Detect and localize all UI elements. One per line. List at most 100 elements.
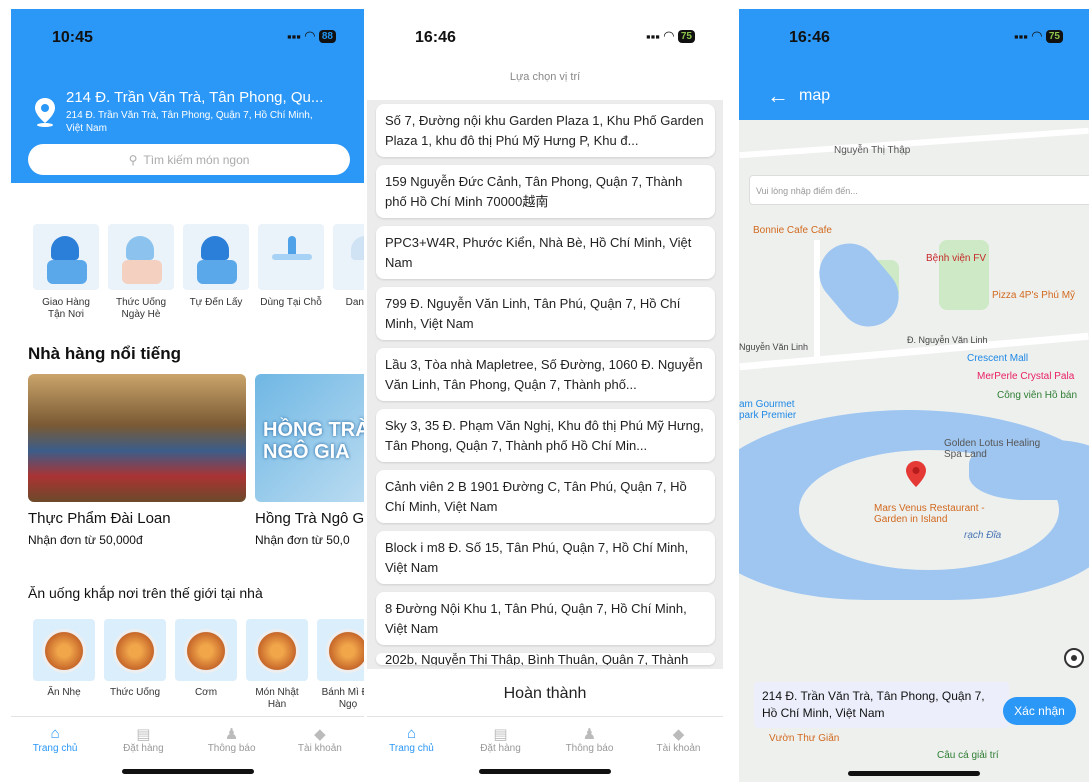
tab-account[interactable]: ◆ Tài khoản: [280, 725, 360, 782]
current-address[interactable]: 214 Đ. Trần Văn Trà, Tân Phong, Qu...: [66, 89, 323, 106]
map-label: am Gourmet park Premier: [739, 399, 797, 421]
bottom-tab-bar: ⌂ Trang chủ ▤ Đặt hàng ♟ Thông báo ◆ Tài kho…: [367, 716, 723, 782]
address-option[interactable]: 202b, Nguyễn Thị Thập, Bình Thuận, Quận …: [376, 653, 715, 665]
food-category-item[interactable]: Cơm: [175, 619, 237, 711]
map-label: Golden Lotus Healing Spa Land: [944, 438, 1041, 460]
category-label: Danh Ưa: [345, 297, 364, 308]
order-icon: ▤: [493, 726, 508, 743]
bell-icon: ♟: [224, 726, 239, 743]
address-option[interactable]: Cảnh viên 2 B 1901 Đường C, Tân Phú, Quậ…: [376, 470, 715, 523]
order-icon: ▤: [136, 726, 151, 743]
food-category-list: Ăn Nhẹ Thức Uống Cơm Món Nhật Hàn Bánh M…: [33, 619, 364, 711]
category-item[interactable]: Dùng Tại Chỗ: [258, 224, 324, 321]
restaurant-card[interactable]: Thực Phẩm Đài Loan Nhận đơn từ 50,000đ: [28, 374, 246, 547]
category-list: Giao Hàng Tận Nơi Thức Uống Ngày Hè Tự Đ…: [33, 224, 364, 321]
category-item[interactable]: Tự Đến Lấy: [183, 224, 249, 321]
map-label: Công viên Hồ bán: [997, 390, 1078, 401]
favorite-icon: [333, 224, 364, 290]
restaurant-banner-text: HỒNG TRÀ NGÔ GIA: [263, 419, 364, 463]
map-label: Bonnie Cafe Cafe: [753, 225, 832, 236]
selected-address: 214 Đ. Trần Văn Trà, Tân Phong, Quận 7, …: [754, 682, 1009, 728]
map-view[interactable]: Vui lòng nhập điểm đến... Nguyễn Thị Thậ…: [739, 120, 1089, 782]
home-indicator: [848, 771, 980, 776]
address-option[interactable]: 159 Nguyễn Đức Cảnh, Tân Phong, Quận 7, …: [376, 165, 715, 218]
category-label: Thức Uống Ngày Hè: [115, 297, 167, 320]
map-label: MerPerle Crystal Pala: [977, 371, 1075, 382]
restaurant-min-order: Nhận đơn từ 50,000đ: [28, 533, 143, 547]
map-river: [807, 231, 911, 339]
tab-account[interactable]: ◆ Tài khoản: [639, 725, 719, 782]
done-button[interactable]: Hoàn thành: [367, 669, 723, 719]
current-address-detail: 214 Đ. Trần Văn Trà, Tân Phong, Quận 7, …: [66, 110, 313, 134]
back-button[interactable]: ← map: [767, 83, 830, 109]
pickup-icon: [183, 224, 249, 290]
home-icon: ⌂: [406, 725, 417, 742]
status-time: 10:45: [52, 29, 93, 46]
page-title: map: [799, 87, 831, 104]
food-image: [317, 619, 364, 681]
map-label: Mars Venus Restaurant - Garden in Island: [874, 503, 985, 525]
food-category-label: Cơm: [194, 687, 218, 698]
food-category-label: Thức Uống: [109, 687, 161, 698]
bottom-tab-bar: ⌂ Trang chủ ▤ Đặt hàng ♟ Thông báo ◆ Tài kho…: [11, 716, 364, 782]
restaurant-card[interactable]: HỒNG TRÀ NGÔ GIA Hồng Trà Ngô G Nhận đơn…: [255, 374, 364, 547]
food-image: [246, 619, 308, 681]
category-item[interactable]: Danh Ưa: [333, 224, 364, 321]
status-time: 16:46: [789, 29, 830, 46]
map-label: Nguyễn Thị Thập: [834, 145, 911, 156]
back-arrow-icon: ←: [767, 83, 789, 108]
location-pin-icon: [35, 98, 55, 127]
tab-home[interactable]: ⌂ Trang chủ: [15, 725, 95, 782]
status-bar: 16:46 ▪▪▪ ◠ 75: [739, 9, 1089, 59]
status-bar: 10:45 ▪▪▪ ◠ 88: [11, 9, 364, 59]
restaurant-image: HỒNG TRÀ NGÔ GIA: [255, 374, 364, 502]
search-placeholder: Tìm kiếm món ngon: [143, 152, 250, 167]
signal-icon: ▪▪▪: [1014, 28, 1028, 44]
page-title: Lựa chọn vị trí: [509, 71, 581, 83]
restaurant-min-order: Nhận đơn từ 50,0: [255, 533, 350, 547]
map-label: Bệnh viện FV: [926, 253, 987, 264]
signal-icon: ▪▪▪: [287, 28, 301, 44]
restaurant-name: Thực Phẩm Đài Loan: [28, 510, 171, 527]
address-option[interactable]: PPC3+W4R, Phước Kiển, Nhà Bè, Hồ Chí Min…: [376, 226, 715, 279]
signal-icon: ▪▪▪: [646, 28, 660, 44]
map-label: Nguyễn Văn Linh: [739, 342, 809, 352]
account-icon: ◆: [672, 726, 685, 743]
battery-icon: 88: [318, 29, 336, 43]
address-option[interactable]: Sky 3, 35 Đ. Phạm Văn Nghị, Khu đô thị P…: [376, 409, 715, 462]
address-option[interactable]: 8 Đường Nội Khu 1, Tân Phú, Quận 7, Hồ C…: [376, 592, 715, 645]
battery-icon: 75: [1045, 29, 1063, 43]
food-category-item[interactable]: Món Nhật Hàn: [246, 619, 308, 711]
drink-icon: [108, 224, 174, 290]
status-icons: ▪▪▪ ◠ 75: [1014, 28, 1063, 44]
food-category-item[interactable]: Bánh Mì Đồ Ngọ: [317, 619, 364, 711]
confirm-button[interactable]: Xác nhận: [1003, 697, 1076, 725]
map-label: rạch Đĩa: [964, 530, 1002, 541]
famous-restaurants-title: Nhà hàng nổi tiếng: [28, 344, 181, 363]
home-indicator: [121, 769, 254, 774]
address-option[interactable]: Số 7, Đường nội khu Garden Plaza 1, Khu …: [376, 104, 715, 157]
food-image: [33, 619, 95, 681]
status-bar: 16:46 ▪▪▪ ◠ 75: [367, 9, 723, 59]
home-indicator: [479, 769, 611, 774]
address-list: Số 7, Đường nội khu Garden Plaza 1, Khu …: [376, 104, 715, 665]
status-icons: ▪▪▪ ◠ 75: [646, 28, 695, 44]
address-option[interactable]: Block i m8 Đ. Số 15, Tân Phú, Quận 7, Hồ…: [376, 531, 715, 584]
address-option[interactable]: Lầu 3, Tòa nhà Mapletree, Số Đường, 1060…: [376, 348, 715, 401]
map-header: 16:46 ▪▪▪ ◠ 75 ← map: [739, 9, 1089, 120]
address-option[interactable]: 799 Đ. Nguyễn Văn Linh, Tân Phú, Quận 7,…: [376, 287, 715, 340]
food-category-item[interactable]: Ăn Nhẹ: [33, 619, 95, 711]
destination-input[interactable]: Vui lòng nhập điểm đến...: [749, 175, 1089, 205]
location-select-screen: 16:46 ▪▪▪ ◠ 75 Lựa chọn vị trí Số 7, Đườ…: [367, 9, 723, 782]
category-item[interactable]: Giao Hàng Tận Nơi: [33, 224, 99, 321]
search-input[interactable]: ⚲ Tìm kiếm món ngon: [28, 144, 350, 175]
my-location-icon[interactable]: [1064, 648, 1084, 668]
restaurant-image: [28, 374, 246, 502]
tab-home[interactable]: ⌂ Trang chủ: [372, 725, 452, 782]
food-category-item[interactable]: Thức Uống: [104, 619, 166, 711]
food-image: [175, 619, 237, 681]
category-item[interactable]: Thức Uống Ngày Hè: [108, 224, 174, 321]
location-header: 16:46 ▪▪▪ ◠ 75 Lựa chọn vị trí: [367, 9, 723, 100]
home-icon: ⌂: [50, 725, 60, 742]
food-category-label: Ăn Nhẹ: [47, 687, 81, 698]
